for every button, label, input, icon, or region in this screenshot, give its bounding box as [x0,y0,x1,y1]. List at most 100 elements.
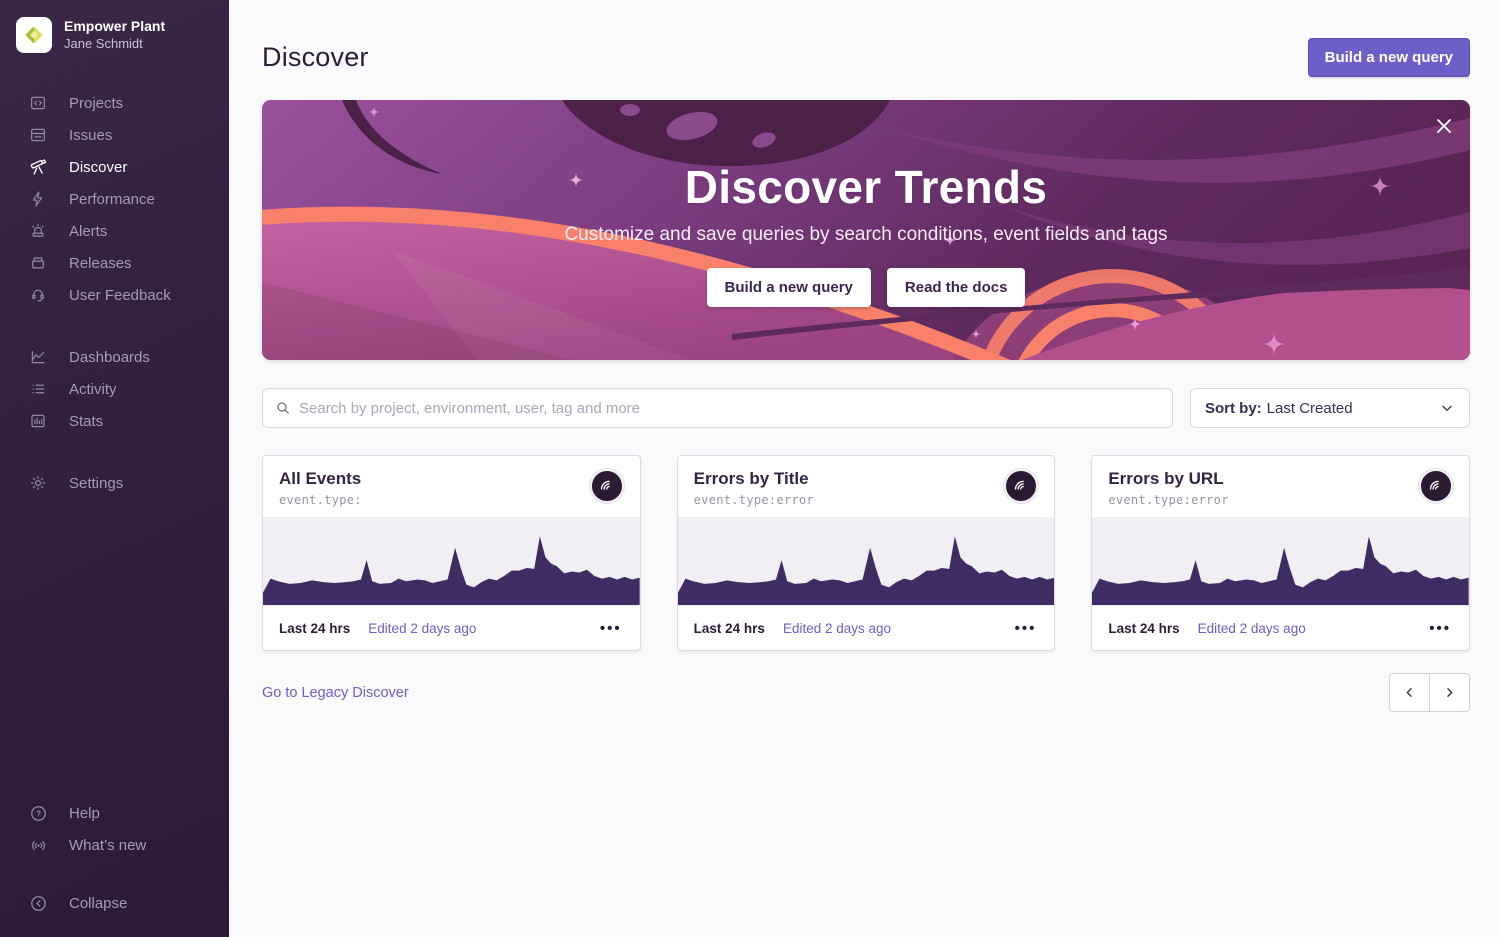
events-sparkline-chart [1092,517,1469,605]
search-box[interactable] [262,388,1173,428]
time-range-label: Last 24 hrs [1108,621,1179,636]
sidebar-collapse-button[interactable]: Collapse [0,887,229,919]
sidebar-item-label: Help [69,805,100,822]
siren-icon [28,221,48,241]
activity-icon [28,379,48,399]
releases-icon [28,253,48,273]
sort-dropdown[interactable]: Sort by: Last Created [1190,388,1470,428]
sidebar-item-help[interactable]: ? Help [0,797,229,829]
sidebar-item-issues[interactable]: Issues [0,119,229,151]
sentry-logo-icon [1426,476,1446,496]
org-switcher[interactable]: Empower Plant Jane Schmidt [0,0,229,61]
secondary-nav: Dashboards Activity Stats [0,341,229,437]
sidebar-item-projects[interactable]: Projects [0,87,229,119]
sidebar-item-label: Projects [69,95,123,112]
sidebar-item-performance[interactable]: Performance [0,183,229,215]
query-card-errors-by-url[interactable]: Errors by URL event.type:error Last 24 h… [1091,455,1470,651]
sidebar-item-label: Discover [69,159,127,176]
sidebar-item-whats-new[interactable]: What’s new [0,829,229,861]
gear-icon [28,473,48,493]
sidebar-item-releases[interactable]: Releases [0,247,229,279]
sidebar-item-label: Dashboards [69,349,150,366]
previous-page-button[interactable] [1389,673,1430,712]
sidebar-item-stats[interactable]: Stats [0,405,229,437]
sidebar-item-label: What’s new [69,837,146,854]
chevron-down-icon [1439,400,1455,416]
query-card-errors-by-title[interactable]: Errors by Title event.type:error Last 24… [677,455,1056,651]
card-query: event.type:error [1108,493,1228,507]
close-icon [1434,116,1454,136]
banner-build-query-button[interactable]: Build a new query [707,268,871,307]
card-title: Errors by URL [1108,469,1228,489]
sidebar-item-label: Stats [69,413,103,430]
sentry-logo-icon [597,476,617,496]
sidebar-item-label: Collapse [69,895,127,912]
banner-content: Discover Trends Customize and save queri… [262,100,1470,360]
sidebar-item-label: Issues [69,127,112,144]
sentry-logo-icon [1011,476,1031,496]
chevron-right-icon [1442,685,1457,700]
bottom-row: Go to Legacy Discover [262,673,1470,712]
sidebar-item-label: Settings [69,475,123,492]
collapse-nav: Collapse [0,887,229,919]
sidebar-item-dashboards[interactable]: Dashboards [0,341,229,373]
sidebar-item-label: Performance [69,191,155,208]
empower-plant-logo-icon [23,24,45,46]
main-content: Discover Build a new query [229,0,1500,937]
page-title: Discover [262,42,369,73]
search-icon [275,400,291,416]
edited-link[interactable]: Edited 2 days ago [368,621,476,636]
dashboards-icon [28,347,48,367]
sidebar-footer-nav: ? Help What’s new [0,797,229,861]
banner-read-docs-button[interactable]: Read the docs [887,268,1026,307]
sidebar-item-alerts[interactable]: Alerts [0,215,229,247]
svg-text:?: ? [35,808,40,818]
card-query: event.type:error [694,493,814,507]
discover-trends-banner: Discover Trends Customize and save queri… [262,100,1470,360]
sidebar: Empower Plant Jane Schmidt Projects Issu… [0,0,229,937]
edited-link[interactable]: Edited 2 days ago [1198,621,1306,636]
primary-nav: Projects Issues Discover Performance Ale… [0,87,229,311]
card-title: All Events [279,469,362,489]
events-sparkline-chart [678,517,1055,605]
edited-link[interactable]: Edited 2 days ago [783,621,891,636]
page-header: Discover Build a new query [262,38,1470,77]
search-input[interactable] [299,400,1160,417]
user-name: Jane Schmidt [64,36,165,53]
card-context-menu-icon[interactable]: ••• [1013,617,1039,640]
sentry-logo-avatar[interactable] [590,469,624,503]
sort-value: Last Created [1267,400,1353,417]
sidebar-item-label: Alerts [69,223,107,240]
sidebar-item-settings[interactable]: Settings [0,467,229,499]
org-avatar[interactable] [16,17,52,53]
stats-icon [28,411,48,431]
banner-close-button[interactable] [1431,113,1457,139]
card-query: event.type: [279,493,362,507]
card-context-menu-icon[interactable]: ••• [1427,617,1453,640]
settings-nav: Settings [0,467,229,499]
query-card-all-events[interactable]: All Events event.type: Last 24 hrs Edite… [262,455,641,651]
sentry-logo-avatar[interactable] [1419,469,1453,503]
feedback-icon [28,285,48,305]
sidebar-item-label: User Feedback [69,287,171,304]
time-range-label: Last 24 hrs [279,621,350,636]
legacy-discover-link[interactable]: Go to Legacy Discover [262,685,409,701]
help-icon: ? [28,803,48,823]
broadcast-icon [28,835,48,855]
org-name: Empower Plant [64,17,165,35]
projects-icon [28,93,48,113]
issues-icon [28,125,48,145]
sentry-logo-avatar[interactable] [1004,469,1038,503]
filter-row: Sort by: Last Created [262,388,1470,428]
sidebar-item-user-feedback[interactable]: User Feedback [0,279,229,311]
next-page-button[interactable] [1429,673,1470,712]
banner-subtitle: Customize and save queries by search con… [564,224,1167,246]
events-sparkline-chart [263,517,640,605]
lightning-icon [28,189,48,209]
sidebar-item-activity[interactable]: Activity [0,373,229,405]
build-new-query-button[interactable]: Build a new query [1308,38,1470,77]
sidebar-item-discover[interactable]: Discover [0,151,229,183]
card-title: Errors by Title [694,469,814,489]
card-context-menu-icon[interactable]: ••• [598,617,624,640]
time-range-label: Last 24 hrs [694,621,765,636]
